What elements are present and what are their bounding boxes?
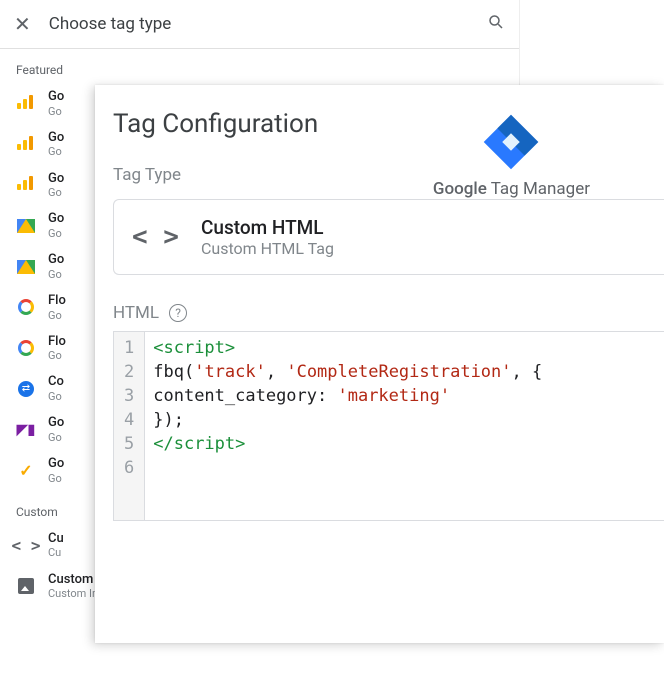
list-item-title: Flo (48, 334, 66, 350)
list-item-title: Go (48, 130, 64, 146)
list-item-subtitle: Go (48, 431, 64, 444)
check-icon: ✓ (16, 460, 36, 480)
search-icon[interactable] (487, 13, 505, 35)
opt-icon: ◤▮ (16, 420, 36, 440)
list-item-subtitle: Go (48, 309, 66, 322)
tag-type-selector[interactable]: < > Custom HTML Custom HTML Tag (113, 199, 664, 275)
list-item-title: Go (48, 211, 64, 227)
close-icon[interactable]: ✕ (14, 12, 31, 36)
list-item-subtitle: Go (48, 390, 64, 403)
list-item-subtitle: Go (48, 472, 64, 485)
tag-configuration-card: Tag Configuration Google Tag Manager Tag… (95, 85, 664, 643)
gtm-logo-icon (480, 111, 542, 173)
line-number-gutter: 123456 (114, 332, 145, 520)
panel-title: Choose tag type (49, 14, 469, 34)
list-item-title: Co (48, 374, 64, 390)
circle-icon (16, 297, 36, 317)
blue-icon: ⇄ (16, 379, 36, 399)
list-item-title: Go (48, 456, 64, 472)
bars-icon (16, 134, 36, 154)
gtm-brand-text: Google Tag Manager (433, 179, 590, 199)
list-item-subtitle: Go (48, 349, 66, 362)
bars-icon (16, 93, 36, 113)
angles-icon: < > (16, 535, 36, 555)
panel-header: ✕ Choose tag type (0, 0, 519, 49)
list-item-title: Cu (48, 531, 64, 547)
help-icon[interactable]: ? (169, 304, 187, 322)
bars-icon (16, 175, 36, 195)
list-item-subtitle: Go (48, 227, 64, 240)
code-brackets-icon: < > (132, 222, 179, 252)
tag-type-desc: Custom HTML Tag (201, 239, 334, 258)
html-field-label: HTML ? (113, 303, 664, 323)
list-item-title: Go (48, 171, 64, 187)
list-item-subtitle: Go (48, 105, 64, 118)
list-item-subtitle: Go (48, 145, 64, 158)
list-item-subtitle: Cu (48, 546, 64, 559)
html-code-editor[interactable]: 123456 <script>fbq('track', 'CompleteReg… (113, 331, 664, 521)
list-item-title: Go (48, 89, 64, 105)
list-item-title: Go (48, 415, 64, 431)
tri-icon (16, 216, 36, 236)
gtm-brand: Google Tag Manager (433, 111, 590, 199)
list-item-subtitle: Go (48, 268, 64, 281)
list-item-title: Flo (48, 293, 66, 309)
tri-icon (16, 257, 36, 277)
code-area[interactable]: <script>fbq('track', 'CompleteRegistrati… (145, 332, 550, 520)
list-item-subtitle: Go (48, 186, 64, 199)
tag-type-name: Custom HTML (201, 216, 334, 239)
circle-icon (16, 338, 36, 358)
img-icon (16, 576, 36, 596)
list-item-title: Go (48, 252, 64, 268)
featured-section-label: Featured (0, 49, 519, 83)
